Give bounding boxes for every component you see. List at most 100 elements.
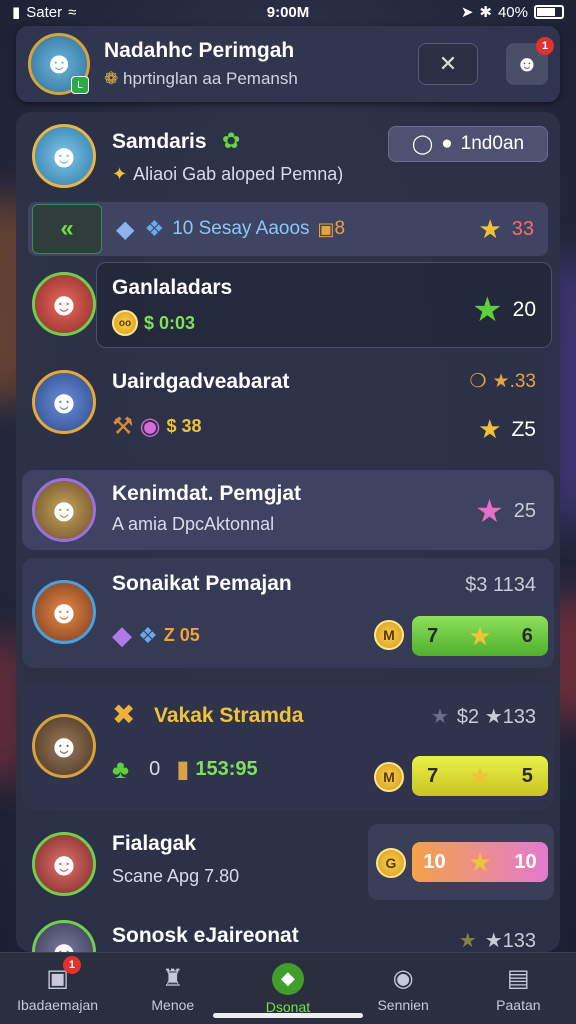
battery-percent: 40%	[497, 3, 528, 21]
row-score: Z5	[511, 417, 536, 441]
player-avatar[interactable]: ☻ L	[28, 33, 90, 95]
player-name: Nadahhc Perimgah	[104, 39, 295, 62]
star-icon: ★	[475, 493, 504, 529]
pill-right: 5	[521, 764, 533, 787]
star-icon: ★	[478, 213, 502, 244]
avatar: ☻	[32, 714, 96, 778]
row-top-score: ★.33	[492, 371, 536, 392]
coin-icon: ❁	[104, 69, 119, 88]
wifi-icon: ≈	[68, 3, 77, 21]
row-score: 20	[512, 298, 536, 321]
banner-icon: ✖	[112, 699, 136, 730]
carrier-name: Sater	[26, 3, 63, 21]
nav-item-dsonat[interactable]: ◆ Dsonat	[233, 962, 343, 1015]
list-item[interactable]: ☻ Fialagak Scane Apg 7.80 G 10 ★ 10	[22, 820, 554, 906]
coin-icon: M	[374, 620, 404, 650]
leaf-icon: ✿	[222, 128, 241, 153]
star-outline-icon: ★	[458, 930, 477, 952]
clover-icon: ♣	[112, 754, 130, 784]
row-name: Fialagak	[112, 832, 197, 855]
row-top-score: $2 ★133	[456, 706, 536, 728]
tower-icon: ♜	[162, 965, 184, 992]
nav-label: Ibadaemajan	[17, 997, 99, 1013]
avatar: ☻	[32, 124, 96, 188]
bar-text: 10 Sesay Aaoos	[172, 218, 310, 239]
notifications-button[interactable]: ☻ 1	[506, 37, 554, 85]
pill-left: 7	[427, 764, 439, 787]
row-top-score: $3 1134	[465, 574, 536, 596]
list-item[interactable]: ☻ Kenimdat. Pemgjat A amia DpcAktonnal ★…	[22, 470, 554, 550]
row-name: Vakak Stramda	[154, 704, 304, 727]
star-icon: ★	[472, 291, 503, 329]
hammer-icon: ⚒	[112, 413, 134, 440]
coin-icon: oo	[112, 310, 138, 336]
status-text: 1nd0an	[460, 133, 525, 154]
pill-left: 10	[423, 850, 446, 873]
status-time: 9:00M	[266, 3, 310, 21]
bluetooth-icon: ✱	[479, 4, 492, 21]
star-icon: ★	[468, 760, 492, 791]
gem-icon: ◆	[116, 215, 135, 243]
row-score: 33	[511, 217, 534, 240]
camera-icon: ◉	[392, 965, 414, 992]
pill-right: 6	[521, 624, 533, 647]
character-icon: ☻	[515, 51, 539, 76]
player-subtitle: hprtinglan aa Pemansh	[122, 69, 298, 88]
battery-icon	[534, 5, 564, 19]
row-subtitle: Aliaoi Gab aloped Pemna)	[133, 164, 344, 184]
row-subtitle: Scane Apg 7.80	[112, 866, 240, 886]
row-name: Ganlaladars	[112, 276, 233, 299]
gem-icon: ◆	[271, 962, 304, 995]
list-item[interactable]: ☻ Sonaikat Pemajan ◆ ❖ Z 05 $3 1134 M 7 …	[22, 558, 554, 668]
back-button[interactable]: «	[32, 204, 102, 254]
row-name: Sonosk eJaireonat	[112, 924, 299, 947]
pet-icon: ◉	[139, 413, 161, 440]
nav-label: Paatan	[496, 997, 541, 1013]
close-button[interactable]: ✕	[418, 43, 478, 85]
row-top-score: ★133	[484, 930, 536, 952]
notification-badge: 1	[536, 37, 554, 55]
gem-icon: ◆	[112, 620, 132, 650]
character-face-icon: ☻	[43, 47, 75, 80]
nav-item-sennien[interactable]: ◉ Sennien	[348, 964, 458, 1013]
list-item[interactable]: ☻ Samdaris ✿ ✦ Aliaoi Gab aloped Pemna) …	[22, 116, 554, 262]
level-badge-icon: L	[71, 76, 89, 94]
pill-right: 10	[514, 850, 537, 873]
home-indicator[interactable]	[213, 1013, 363, 1018]
chest-icon: ▣	[317, 218, 335, 239]
signal-icon: ▮	[12, 4, 21, 21]
star-outline-icon: ★	[430, 706, 449, 728]
nav-item-ibadaemajan[interactable]: ▣ 1 Ibadaemajan	[3, 956, 113, 1013]
star-icon: ★	[468, 620, 492, 651]
coin-icon: G	[376, 848, 406, 878]
ball-icon: ●	[441, 133, 453, 154]
reward-pill[interactable]: 7 ★ 6	[412, 616, 548, 656]
reward-pill[interactable]: 10 ★ 10	[412, 842, 548, 882]
row-name: Kenimdat. Pemgjat	[112, 482, 302, 505]
avatar: ☻	[32, 478, 96, 542]
row-value-b: 153:95	[195, 758, 258, 780]
box-icon: ▤	[507, 965, 530, 992]
chat-icon: ◯	[411, 133, 434, 155]
nav-item-paatan[interactable]: ▤ Paatan	[463, 964, 573, 1013]
progress-bar: « ◆ ❖ 10 Sesay Aaoos ▣ 8 ★ 33	[28, 202, 548, 256]
crystal-icon: ❖	[138, 622, 158, 648]
notification-badge: 1	[62, 956, 81, 974]
status-bar: ▮ Sater ≈ 9:00M ➤ ✱ 40%	[0, 0, 576, 24]
nav-item-menoe[interactable]: ♜ Menoe	[118, 964, 228, 1013]
list-item[interactable]: ☻ Ganlaladars oo $ 0:03 ★ 20	[22, 262, 554, 350]
star-icon: ★	[468, 846, 492, 877]
list-item[interactable]: ☻ Uairdgadveabarat ⚒ ◉ $ 38 ❍ ★.33 ★ Z5	[22, 354, 554, 464]
list-item[interactable]: ☻ Sonosk eJaireonat ★ ★133	[22, 912, 554, 952]
star-icon: ✦	[112, 164, 128, 184]
row-subtitle: A amia DpcAktonnal	[112, 514, 275, 534]
avatar: ☻	[32, 370, 96, 434]
reward-pill[interactable]: 7 ★ 5	[412, 756, 548, 796]
status-badge[interactable]: ◯ ● 1nd0an	[388, 126, 548, 162]
profile-header: ☻ L Nadahhc Perimgah ❁ hprtinglan aa Pem…	[16, 26, 560, 102]
plank-icon: ▮	[176, 756, 190, 783]
leaderboard-list[interactable]: ☻ Samdaris ✿ ✦ Aliaoi Gab aloped Pemna) …	[16, 112, 560, 952]
row-subtitle: Z 05	[163, 625, 200, 645]
row-name: Samdaris	[112, 130, 207, 153]
list-item[interactable]: ☻ ✖ Vakak Stramda ♣ 0 ▮ 153:95 ★ $2 ★133…	[22, 684, 554, 810]
